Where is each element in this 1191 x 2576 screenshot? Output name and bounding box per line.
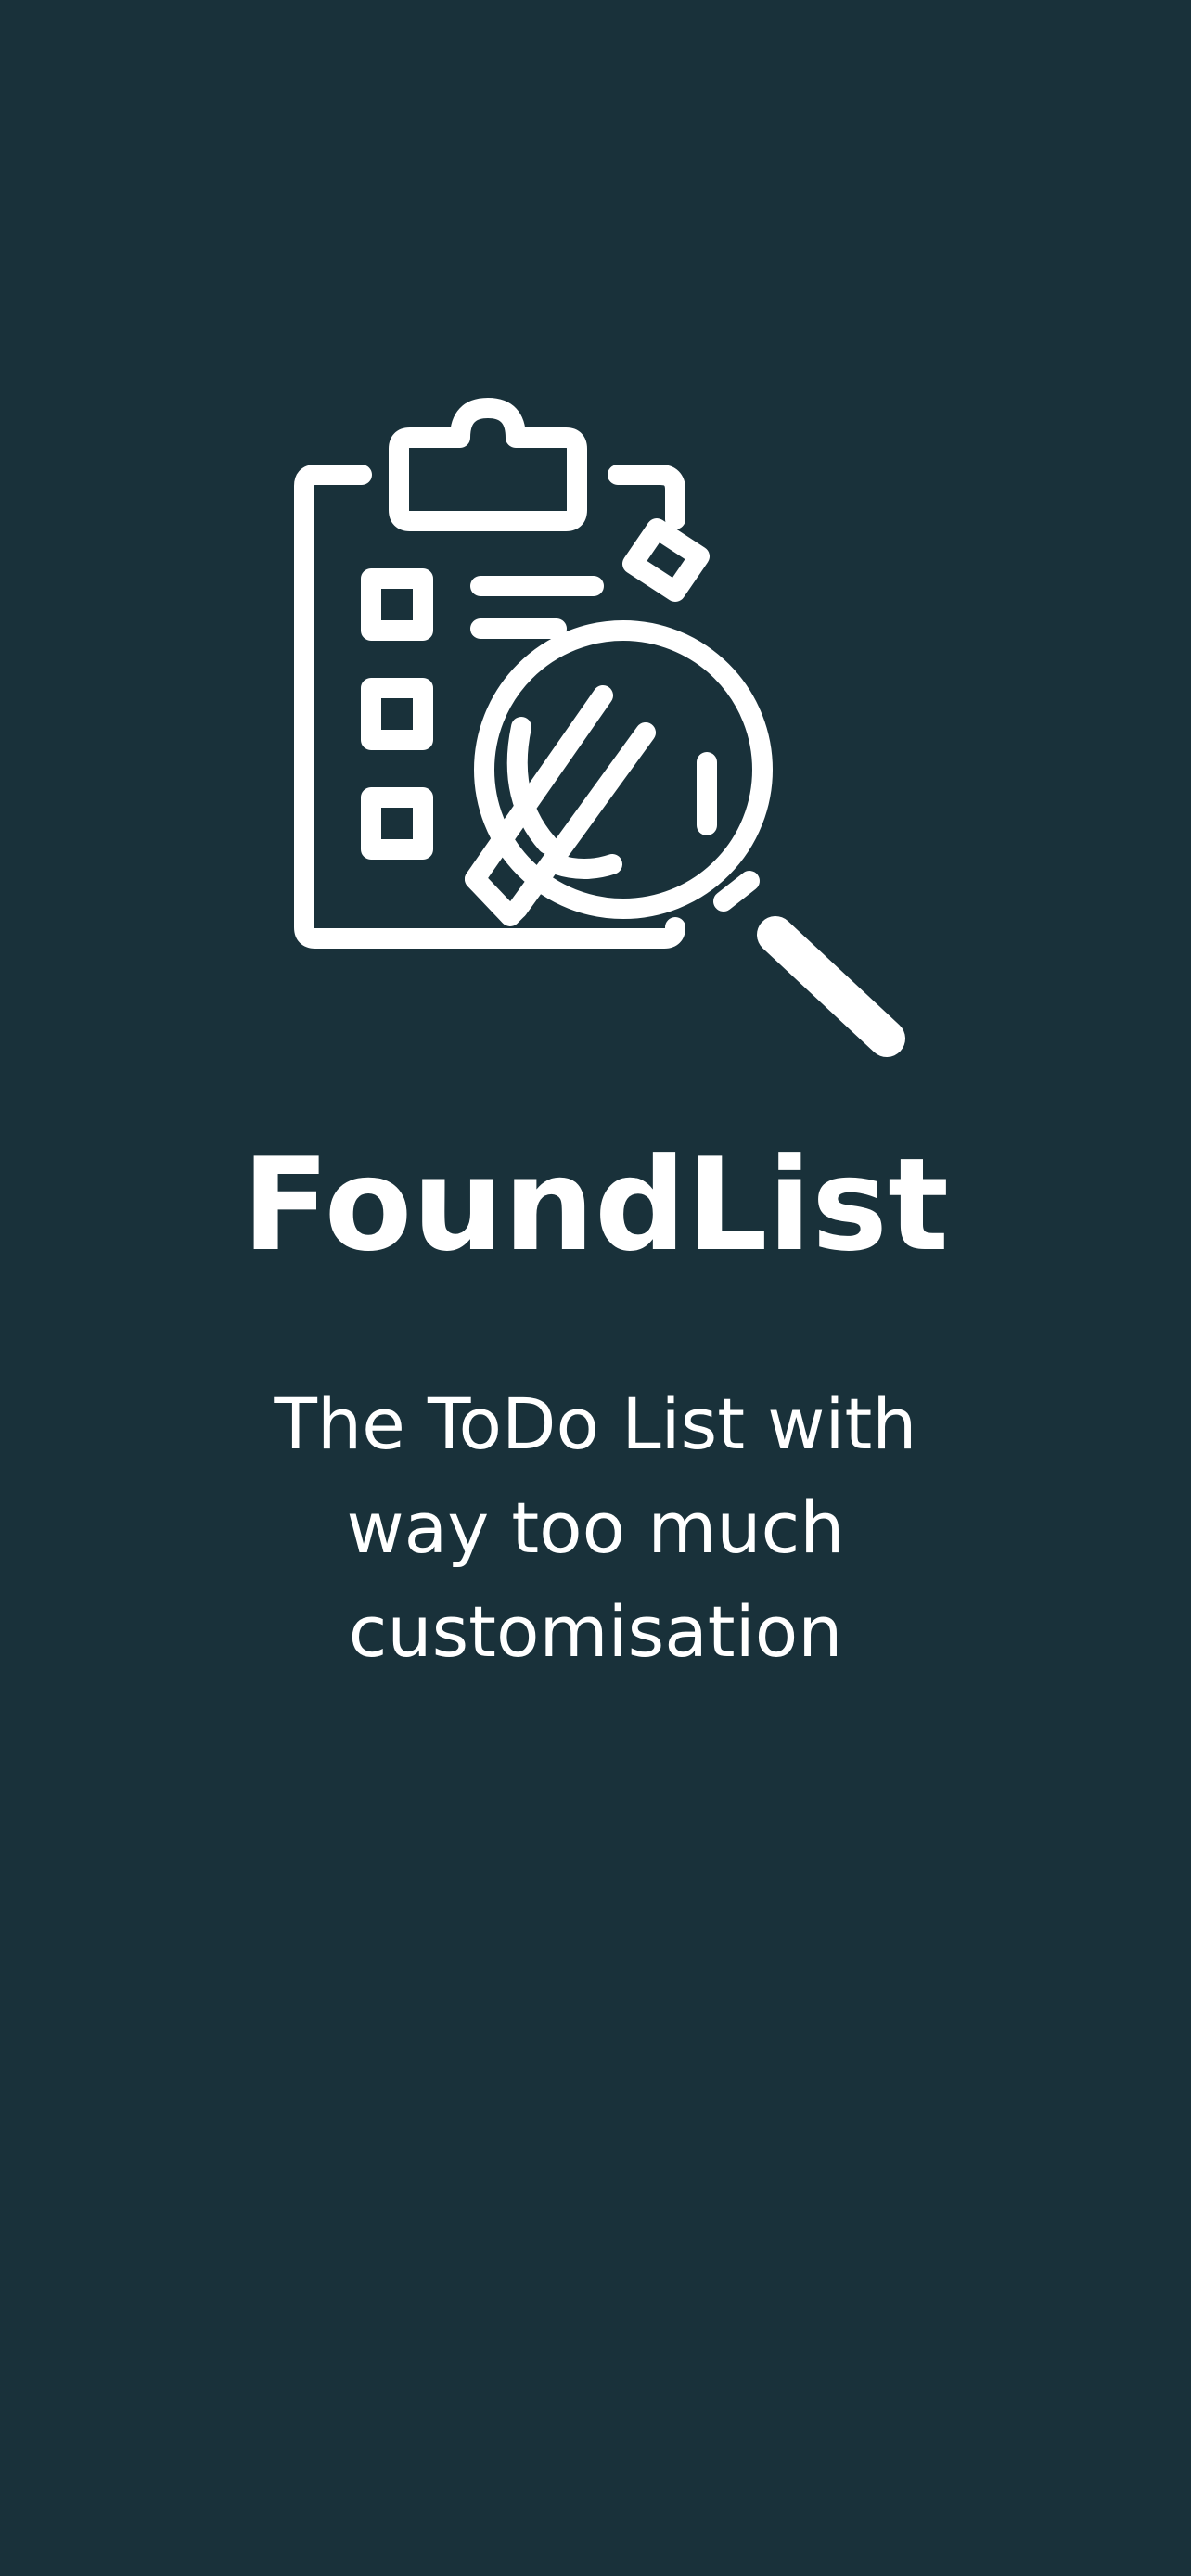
- clipboard-checklist-magnifier-icon: [278, 389, 946, 1076]
- app-title: FoundList: [241, 1130, 950, 1280]
- app-tagline: The ToDo List with way too much customis…: [274, 1383, 917, 1673]
- splash-screen: FoundList The ToDo List with way too muc…: [0, 0, 1191, 2576]
